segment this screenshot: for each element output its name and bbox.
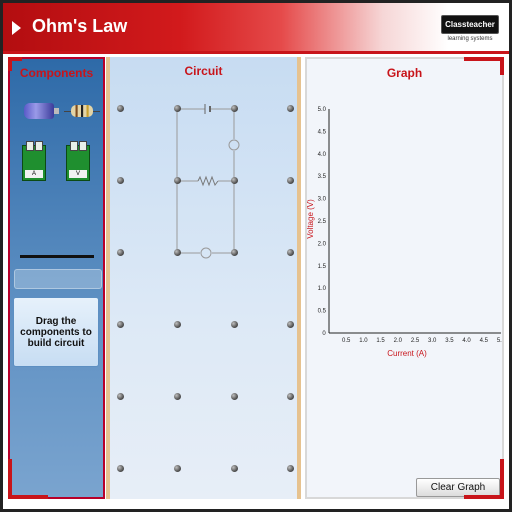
- connection-peg[interactable]: [287, 177, 294, 184]
- y-axis-label: Voltage (V): [307, 199, 315, 239]
- play-arrow-icon: [12, 21, 21, 35]
- x-tick-label: 2.5: [411, 338, 420, 344]
- y-tick-label: 3.0: [318, 197, 327, 203]
- y-tick-label: 4.5: [318, 129, 327, 135]
- connection-peg[interactable]: [231, 393, 238, 400]
- voltmeter-component[interactable]: V: [66, 141, 90, 181]
- connection-peg[interactable]: [231, 105, 238, 112]
- corner-accent: [8, 459, 12, 499]
- header-bar: Ohm's Law Classteacher learning systems: [3, 3, 509, 51]
- y-tick-label: 2.0: [318, 241, 327, 247]
- y-tick-labels: 0.5 1.0 1.5 2.0 2.5 3.0 3.5 4.0 4.5 5.0: [318, 107, 327, 315]
- connection-peg[interactable]: [287, 321, 294, 328]
- voltage-current-chart[interactable]: 0.5 1.0 1.5 2.0 2.5 3.0 3.5 4.0 4.5 5.0 0 0.5 1.0 1.…: [307, 59, 502, 469]
- disabled-button: [14, 269, 102, 289]
- y-tick-label: 1.5: [318, 264, 327, 270]
- ammeter-symbol-icon: [200, 247, 212, 259]
- corner-accent: [500, 459, 504, 499]
- x-tick-label: 2.0: [394, 338, 403, 344]
- battery-symbol-icon: [204, 104, 211, 114]
- x-tick-label: 3.0: [428, 338, 437, 344]
- connection-peg[interactable]: [287, 393, 294, 400]
- header-underline: [3, 51, 509, 54]
- connection-peg[interactable]: [117, 393, 124, 400]
- connection-peg[interactable]: [174, 393, 181, 400]
- components-panel: Components A V Drag the components to bu…: [8, 57, 105, 499]
- y-tick-label: 2.5: [318, 219, 327, 225]
- x-tick-label: 1.5: [376, 338, 385, 344]
- x-tick-label: 1.0: [359, 338, 368, 344]
- y-tick-label: 3.5: [318, 174, 327, 180]
- connection-peg[interactable]: [231, 321, 238, 328]
- connection-peg[interactable]: [231, 177, 238, 184]
- y-tick-label: 4.0: [318, 152, 327, 158]
- connection-peg[interactable]: [174, 249, 181, 256]
- graph-panel: Graph 0.51.01.52.02.53.03.54.04.55.00 0.…: [305, 57, 504, 499]
- terminal-icon: [70, 141, 78, 151]
- voltmeter-label: V: [69, 170, 87, 178]
- connection-peg[interactable]: [231, 249, 238, 256]
- corner-accent: [464, 495, 504, 499]
- terminal-icon: [35, 141, 43, 151]
- connection-peg[interactable]: [174, 465, 181, 472]
- connection-peg[interactable]: [117, 105, 124, 112]
- x-tick-label: 0.5: [342, 338, 351, 344]
- logo-brand: Classteacher: [441, 15, 499, 34]
- corner-accent: [8, 57, 12, 71]
- ammeter-label: A: [25, 170, 43, 178]
- connection-peg[interactable]: [231, 465, 238, 472]
- corner-accent: [8, 495, 48, 499]
- terminal-icon: [79, 141, 87, 151]
- connection-peg[interactable]: [117, 177, 124, 184]
- ammeter-component[interactable]: A: [22, 141, 46, 181]
- connection-peg[interactable]: [287, 249, 294, 256]
- components-title: Components: [19, 66, 94, 80]
- chart-axes: [328, 109, 501, 334]
- y-tick-label: 0.5: [318, 309, 327, 315]
- logo: Classteacher learning systems: [441, 15, 499, 42]
- battery-terminal-icon: [54, 108, 59, 114]
- instruction-box: Drag the components to build circuit: [13, 297, 99, 367]
- connection-peg[interactable]: [117, 249, 124, 256]
- x-tick-label: 4.0: [462, 338, 471, 344]
- connection-peg[interactable]: [117, 321, 124, 328]
- resistor-component[interactable]: [71, 105, 93, 117]
- x-tick-label: 3.5: [445, 338, 454, 344]
- x-tick-label: 4.5: [480, 338, 489, 344]
- connection-peg[interactable]: [174, 321, 181, 328]
- wire-component[interactable]: [20, 255, 94, 258]
- resistor-symbol-icon: [197, 175, 219, 187]
- connection-peg[interactable]: [174, 177, 181, 184]
- page-title: Ohm's Law: [32, 16, 128, 36]
- terminal-icon: [26, 141, 34, 151]
- connection-peg[interactable]: [117, 465, 124, 472]
- x-axis-label: Current (A): [387, 349, 427, 358]
- connection-peg[interactable]: [287, 105, 294, 112]
- battery-component[interactable]: [24, 103, 54, 119]
- circuit-panel: Circuit: [106, 57, 301, 499]
- y-tick-label: 1.0: [318, 286, 327, 292]
- y-tick-label: 5.0: [318, 107, 327, 113]
- corner-accent: [464, 57, 504, 61]
- connection-peg[interactable]: [287, 465, 294, 472]
- voltmeter-symbol-icon: [228, 139, 240, 151]
- origin-tick-label: 0: [322, 331, 326, 337]
- x-tick-label: 5.0: [497, 338, 502, 344]
- logo-tagline: learning systems: [447, 36, 493, 42]
- connection-peg[interactable]: [174, 105, 181, 112]
- circuit-diagram: [176, 104, 240, 259]
- corner-accent: [500, 57, 504, 75]
